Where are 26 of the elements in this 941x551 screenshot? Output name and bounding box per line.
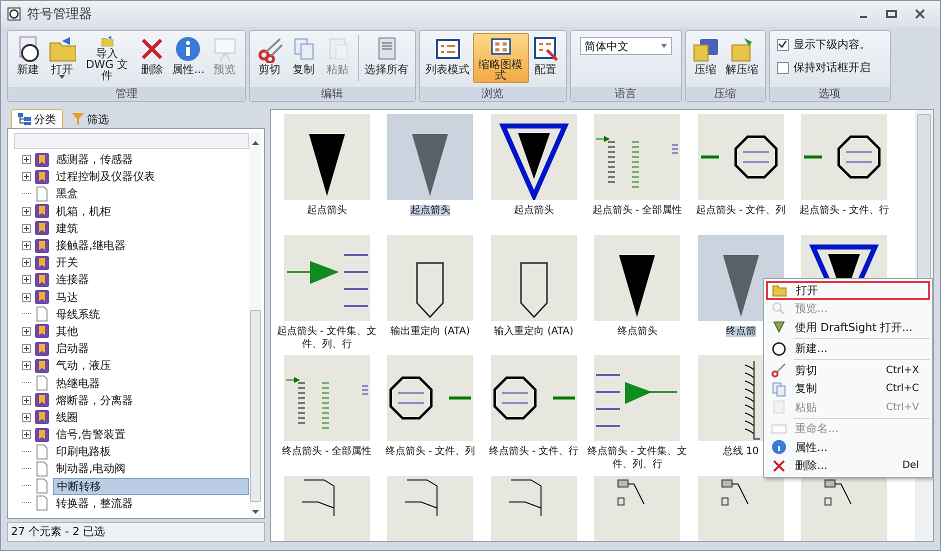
checkbox-label: 保持对话框开启: [794, 60, 870, 75]
symbol-label: 终点箭: [726, 326, 756, 336]
symbol-label: 终点箭头 - 文件、行: [488, 446, 579, 457]
group-label: 浏览: [420, 87, 566, 101]
symbol-label: 起点箭头 - 全部属性: [592, 205, 682, 216]
symbol-label: 终点箭头: [617, 326, 658, 336]
checkbox-label: 显示下级内容。: [794, 37, 870, 52]
group-label: 语言: [570, 87, 680, 101]
window-title: 符号管理器: [27, 6, 92, 23]
symbol-label: 输入重定向 (ATA): [494, 326, 574, 336]
symbol-label: 终点箭头 - 文件集、文件、列、行: [587, 446, 688, 470]
group-label: 选项: [770, 87, 890, 101]
symbol-label: 起点箭头 - 文件、行: [799, 205, 890, 216]
symbol-label: 起点箭头: [410, 205, 450, 216]
group-label: 编辑: [250, 87, 414, 101]
symbol-label: 起点箭头 - 文件、列: [696, 205, 786, 216]
symbol-label: 起点箭头: [514, 205, 554, 216]
symbol-label: 起点箭头 - 文件集、文件、列、行: [276, 326, 377, 350]
symbol-label: 输出重定向 (ATA): [390, 326, 470, 336]
group-label: 压缩: [686, 87, 764, 101]
status-text: 27 个元素 - 2 已选: [7, 522, 265, 542]
symbol-label: 终点箭头 - 全部属性: [282, 446, 372, 457]
symbol-label: 起点箭头: [306, 205, 347, 216]
group-label: 管理: [8, 87, 244, 101]
symbol-label: 终点箭头 - 文件、列: [385, 446, 476, 457]
symbol-label: 总线 10: [722, 446, 759, 457]
